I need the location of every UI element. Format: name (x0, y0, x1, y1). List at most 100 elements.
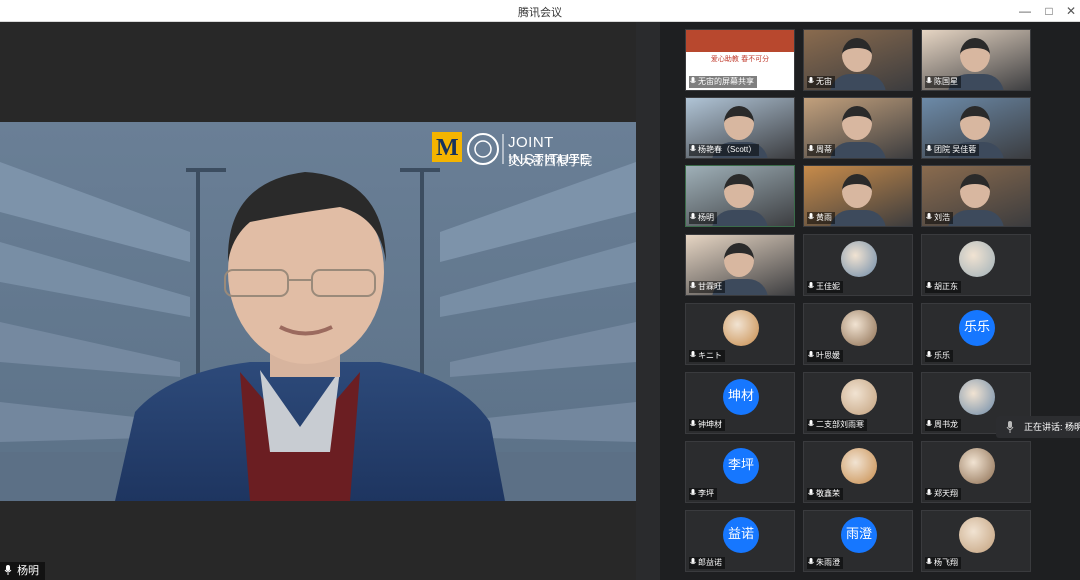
avatar (841, 241, 877, 277)
mic-icon (690, 351, 696, 358)
participant-name: 杨明 (698, 213, 714, 222)
mic-icon (926, 489, 932, 496)
participant-body (830, 74, 886, 90)
participant-name-label: 敬鑫荣 (807, 488, 843, 500)
participant-tile[interactable]: 敬鑫荣 (803, 441, 913, 503)
participant-name: 黄雨 (816, 213, 832, 222)
participant-name-label: 二支部刘雨寒 (807, 419, 867, 431)
participant-name-label: 李坪 (689, 488, 717, 500)
participant-name: 刘浩 (934, 213, 950, 222)
mic-icon (808, 351, 814, 358)
participant-body (948, 210, 1004, 226)
participant-tile[interactable]: 无宙 (803, 29, 913, 91)
participant-name: 杨飞翔 (934, 558, 958, 567)
participant-name: 李坪 (698, 489, 714, 498)
avatar (841, 310, 877, 346)
avatar (959, 517, 995, 553)
maximize-button[interactable]: □ (1040, 2, 1058, 20)
participant-tile[interactable]: 杨艳春（Scott） (685, 97, 795, 159)
close-button[interactable]: ✕ (1062, 2, 1080, 20)
participant-tile[interactable]: 团院 吴佳蓉 (921, 97, 1031, 159)
participant-tile[interactable]: 益诺郎益诺 (685, 510, 795, 572)
participant-name-label: 周书龙 (925, 419, 961, 431)
mic-icon (926, 145, 932, 152)
participant-body (830, 210, 886, 226)
participant-body (830, 142, 886, 158)
shared-screen-preview (686, 30, 794, 52)
mic-icon (690, 282, 696, 289)
minimize-button[interactable]: — (1016, 2, 1034, 20)
participant-name-label: 刘浩 (925, 212, 953, 224)
participant-gallery: 爱心助教 春不可分 无宙的屏幕共享 无宙 陈国星杨艳春（Scott） 周蒂 团院 吴佳蓉杨… (660, 22, 1080, 580)
participant-silhouette (724, 106, 754, 140)
main-video[interactable]: M JOINT INSTITUTE 交大密西根学院 (0, 122, 636, 501)
mic-icon (926, 213, 932, 220)
participant-tile[interactable]: 陈国星 (921, 29, 1031, 91)
main-video-area: M JOINT INSTITUTE 交大密西根学院 杨明 (0, 22, 636, 580)
participant-name-label: 无宙 (807, 76, 835, 88)
mic-icon (808, 77, 814, 84)
avatar: 益诺 (723, 517, 759, 553)
avatar: 李坪 (723, 448, 759, 484)
mic-icon (808, 489, 814, 496)
shared-screen-title: 爱心助教 春不可分 (710, 55, 770, 63)
participant-name: 陈国星 (934, 77, 958, 86)
participant-tile[interactable]: 叶思媛 (803, 303, 913, 365)
mic-icon (690, 145, 696, 152)
participant-tile[interactable]: 坤材钟坤材 (685, 372, 795, 434)
participant-name: 叶思媛 (816, 351, 840, 360)
participant-name-label: 陈国星 (925, 76, 961, 88)
participant-name-label: 杨艳春（Scott） (689, 144, 760, 156)
participant-tile[interactable]: 周蒂 (803, 97, 913, 159)
participant-name-label: 周蒂 (807, 144, 835, 156)
avatar (723, 310, 759, 346)
speaker-video-frame: M (0, 122, 636, 501)
participant-name-label: 杨明 (689, 212, 717, 224)
participant-silhouette (724, 174, 754, 208)
mic-icon (926, 282, 932, 289)
participant-name-label: 朱雨澄 (807, 557, 843, 569)
participant-name-label: 钟坤材 (689, 419, 725, 431)
mic-icon (808, 420, 814, 427)
avatar (841, 379, 877, 415)
participant-name: 周书龙 (934, 420, 958, 429)
participant-body (712, 210, 768, 226)
participant-name: 敬鑫荣 (816, 489, 840, 498)
participant-tile[interactable]: 乐乐 乐乐 (921, 303, 1031, 365)
participant-tile[interactable]: 刘浩 (921, 165, 1031, 227)
avatar: 坤材 (723, 379, 759, 415)
participant-name-label: 叶思媛 (807, 350, 843, 362)
participant-tile[interactable]: 甘霖旺 (685, 234, 795, 296)
participant-tile[interactable]: 杨明 (685, 165, 795, 227)
mic-icon (690, 489, 696, 496)
participant-tile[interactable]: 王佳妮 (803, 234, 913, 296)
participant-name-label: 杨飞翔 (925, 557, 961, 569)
participant-tile[interactable]: 黄雨 (803, 165, 913, 227)
mic-icon (4, 565, 12, 575)
mic-icon (808, 558, 814, 565)
participant-name-label: 团院 吴佳蓉 (925, 144, 980, 156)
speaking-indicator: 正在讲话: 杨明 (996, 416, 1080, 438)
mic-icon (1006, 421, 1014, 433)
participant-name-label: キニト (689, 350, 725, 362)
participant-tile[interactable]: 李坪 李坪 (685, 441, 795, 503)
speaking-text: 正在讲话: 杨明 (1024, 422, 1080, 432)
speaker-name-label: 杨明 (0, 562, 46, 580)
participant-tile[interactable]: キニト (685, 303, 795, 365)
participant-name-label: 甘霖旺 (689, 281, 725, 293)
participant-name-label: 王佳妮 (807, 281, 843, 293)
participant-tile[interactable]: 二支部刘雨寒 (803, 372, 913, 434)
participant-name-label: 郎益诺 (689, 557, 725, 569)
participant-tile[interactable]: 胡正东 (921, 234, 1031, 296)
mic-icon (926, 558, 932, 565)
participant-tile[interactable]: 爱心助教 春不可分 无宙的屏幕共享 (685, 29, 795, 91)
mic-icon (808, 145, 814, 152)
participant-tile[interactable]: 雨澄 朱雨澄 (803, 510, 913, 572)
panel-divider[interactable] (636, 22, 660, 580)
participant-name: 朱雨澄 (816, 558, 840, 567)
mic-icon (690, 77, 696, 84)
avatar: 雨澄 (841, 517, 877, 553)
participant-tile[interactable]: 杨飞翔 (921, 510, 1031, 572)
participant-tile[interactable]: 郑天翔 (921, 441, 1031, 503)
participant-name: 甘霖旺 (698, 282, 722, 291)
